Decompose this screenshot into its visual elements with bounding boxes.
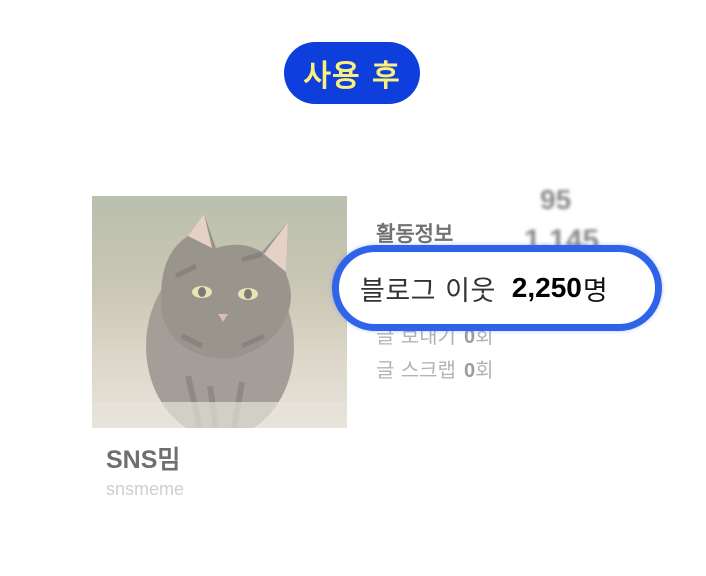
stat-unit: 회 xyxy=(475,358,494,382)
neighbor-count-highlight: 블로그 이웃 2,250 명 xyxy=(332,245,662,331)
neighbor-count: 2,250 xyxy=(511,272,582,303)
profile-id: snsmeme xyxy=(106,479,185,499)
blurred-count: 95 xyxy=(540,184,572,215)
kitten-photo xyxy=(92,196,347,428)
stat-label: 글 스크랩 xyxy=(376,358,456,382)
profile-name: SNS밈 xyxy=(106,446,181,474)
stat-row-scrap: 글 스크랩 0 회 xyxy=(376,354,494,383)
neighbor-unit: 명 xyxy=(582,275,608,307)
activity-title: 활동정보 xyxy=(376,222,454,246)
neighbor-label: 블로그 이웃 xyxy=(360,275,496,307)
kitten-icon xyxy=(92,214,347,428)
after-badge: 사용 후 xyxy=(284,42,420,104)
stat-count: 0 xyxy=(463,360,476,382)
